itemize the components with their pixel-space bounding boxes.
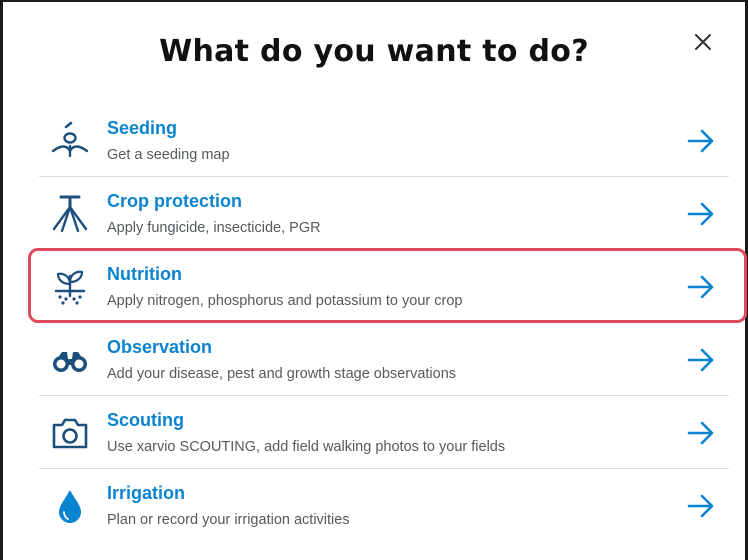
option-nutrition[interactable]: Nutrition Apply nitrogen, phosphorus and… [39, 250, 729, 323]
fertilizer-plant-icon [49, 266, 91, 308]
option-observation[interactable]: Observation Add your disease, pest and g… [39, 323, 729, 396]
option-list: Seeding Get a seeding map Crop protectio… [39, 104, 729, 542]
option-scouting[interactable]: Scouting Use xarvio SCOUTING, add field … [39, 396, 729, 469]
arrow-right-icon[interactable] [687, 493, 715, 519]
option-description: Use xarvio SCOUTING, add field walking p… [107, 439, 506, 455]
close-icon[interactable] [691, 30, 715, 54]
camera-icon [49, 412, 91, 454]
action-dialog: What do you want to do? Seeding Get a se… [0, 0, 748, 560]
option-label: Seeding [107, 118, 178, 138]
option-label: Crop protection [107, 191, 242, 211]
option-description: Plan or record your irrigation activitie… [107, 512, 350, 528]
option-description: Get a seeding map [107, 147, 230, 163]
option-crop-protection[interactable]: Crop protection Apply fungicide, insecti… [39, 177, 729, 250]
option-description: Add your disease, pest and growth stage … [107, 366, 457, 382]
binoculars-icon [49, 339, 91, 381]
arrow-right-icon[interactable] [687, 201, 715, 227]
option-label: Irrigation [107, 483, 186, 503]
arrow-right-icon[interactable] [687, 347, 715, 373]
option-description: Apply nitrogen, phosphorus and potassium… [107, 293, 463, 309]
option-label: Nutrition [107, 264, 182, 284]
water-drop-icon [49, 485, 91, 527]
arrow-right-icon[interactable] [687, 128, 715, 154]
sprayer-icon [49, 193, 91, 235]
dialog-title: What do you want to do? [159, 34, 589, 69]
option-description: Apply fungicide, insecticide, PGR [107, 220, 321, 236]
option-seeding[interactable]: Seeding Get a seeding map [39, 104, 729, 177]
arrow-right-icon[interactable] [687, 274, 715, 300]
option-irrigation[interactable]: Irrigation Plan or record your irrigatio… [39, 469, 729, 542]
option-label: Scouting [107, 410, 184, 430]
option-label: Observation [107, 337, 213, 357]
seeding-icon [49, 120, 91, 162]
arrow-right-icon[interactable] [687, 420, 715, 446]
